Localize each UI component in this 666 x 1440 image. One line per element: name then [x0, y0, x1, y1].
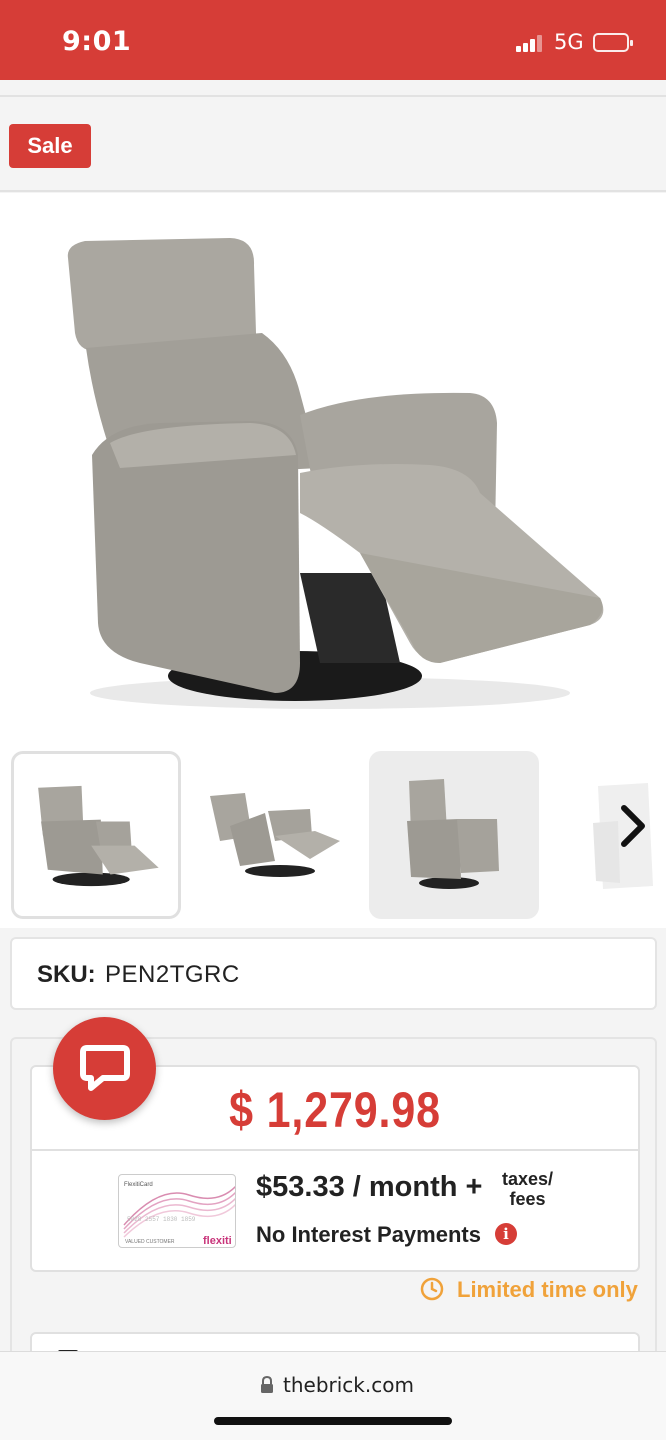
chevron-right-icon[interactable] [612, 796, 658, 856]
price-amount: $ 1,279.98 [229, 1082, 441, 1138]
status-time: 9:01 [62, 26, 132, 57]
recliner-image [67, 238, 604, 709]
fees-line: fees [509, 1189, 546, 1209]
sku-box: SKU: PEN2TGRC [10, 937, 657, 1010]
signal-icon [516, 34, 546, 52]
taxes-fees: taxes/ fees [502, 1169, 553, 1209]
thumbnail-2[interactable] [190, 751, 360, 919]
chat-button[interactable] [53, 1017, 156, 1120]
thumbnail-image [407, 779, 499, 889]
card-title: FlexitiCard [124, 1182, 153, 1188]
network-type: 5G [554, 30, 584, 54]
clock-icon [420, 1277, 444, 1301]
sku-value: PEN2TGRC [105, 961, 240, 988]
product-main-image[interactable] [0, 193, 666, 748]
flexiti-logo: flexiti [203, 1235, 232, 1247]
lock-icon [261, 1376, 273, 1393]
no-interest-text: No Interest Payments [256, 1222, 481, 1247]
battery-icon [593, 33, 633, 52]
home-indicator[interactable] [214, 1417, 452, 1425]
thumbnail-image [38, 785, 159, 887]
thumbnail-image [210, 793, 340, 877]
status-bar: 9:01 5G [0, 0, 666, 80]
info-icon[interactable]: i [495, 1223, 517, 1245]
browser-url-bar[interactable]: thebrick.com [0, 1351, 666, 1440]
divider [32, 1149, 638, 1151]
thumbnail-strip [0, 748, 666, 928]
chat-bubble-icon [80, 1045, 130, 1091]
limited-time-text: Limited time only [457, 1277, 638, 1302]
sale-strip: Sale [0, 95, 666, 192]
card-holder: VALUED CUSTOMER [125, 1239, 175, 1245]
taxes-line: taxes/ [502, 1169, 554, 1189]
sale-badge: Sale [9, 124, 91, 168]
sku-label: SKU: [37, 961, 96, 988]
monthly-payment: $53.33 / month + [256, 1171, 483, 1203]
url-text: thebrick.com [283, 1373, 414, 1397]
thumbnail-1[interactable] [11, 751, 181, 919]
card-number: 5028 2557 1830 1859 [127, 1216, 196, 1223]
flexiti-card-image: FlexitiCard 5028 2557 1830 1859 VALUED C… [118, 1174, 236, 1248]
thumbnail-3[interactable] [369, 751, 539, 919]
